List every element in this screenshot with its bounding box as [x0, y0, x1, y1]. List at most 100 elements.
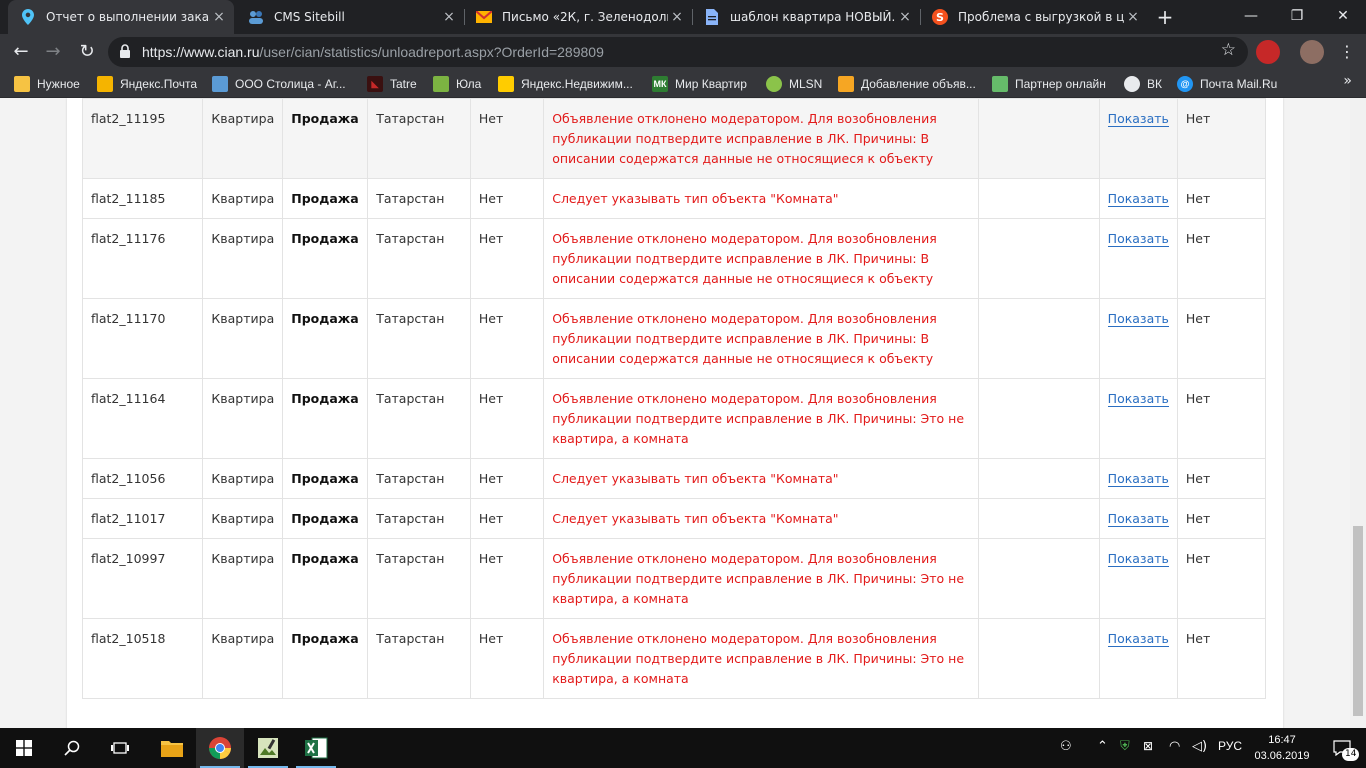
show-link[interactable]: Показать — [1107, 511, 1169, 527]
action-center-button[interactable]: 14 — [1318, 728, 1366, 768]
deal-type-cell: Продажа — [282, 378, 369, 459]
task-view-button[interactable] — [96, 728, 144, 768]
tab-title: Отчет о выполнении заказа. — [46, 10, 210, 24]
status-message-cell: Объявление отклонено модератором. Для во… — [543, 218, 979, 299]
search-button[interactable] — [48, 728, 96, 768]
url-text: https://www.cian.ru/user/cian/statistics… — [142, 44, 604, 60]
empty-cell — [977, 218, 1100, 299]
network-adapter-icon[interactable]: ⊠ — [1143, 739, 1153, 753]
clock[interactable]: 16:47 03.06.2019 — [1252, 732, 1312, 764]
status-message-cell: Следует указывать тип объекта "Комната" — [543, 178, 979, 219]
bookmark-stolitsa[interactable]: ООО Столица - Аг... — [212, 75, 346, 93]
url-host: https://www.cian.ru — [142, 44, 260, 60]
tab-document-template[interactable]: шаблон квартира НОВЫЙ.doc × — [692, 0, 920, 34]
language-indicator[interactable]: РУС — [1218, 739, 1242, 753]
close-tab-icon[interactable]: × — [1124, 9, 1142, 25]
show-hidden-icons-icon[interactable]: ⌃ — [1097, 739, 1108, 754]
house-icon — [498, 76, 514, 92]
excel-icon — [305, 737, 328, 759]
bookmark-mlsn[interactable]: MLSN — [766, 75, 822, 93]
scroll-thumb[interactable] — [1353, 526, 1363, 716]
bookmark-vk[interactable]: ВК — [1124, 75, 1162, 93]
close-tab-icon[interactable]: × — [440, 9, 458, 25]
show-link[interactable]: Показать — [1107, 111, 1169, 127]
region-cell: Татарстан — [367, 98, 471, 179]
file-explorer-button[interactable] — [148, 728, 196, 768]
bookmark-yandex-realty[interactable]: Яндекс.Недвижим... — [498, 75, 633, 93]
windows-logo-icon — [16, 740, 32, 756]
upload-report-table: публикации подтвердите исправление в ЛК.… — [81, 98, 1267, 699]
reload-button[interactable]: ↻ — [74, 39, 100, 65]
empty-cell — [977, 498, 1100, 539]
wifi-icon[interactable]: ◠ — [1169, 739, 1180, 754]
region-cell: Татарстан — [367, 458, 471, 499]
bookmark-tatre[interactable]: ◣ Tatre — [367, 75, 417, 93]
object-type-cell: Квартира — [202, 618, 284, 699]
extension-icon[interactable] — [1256, 40, 1280, 64]
object-type-cell: Квартира — [202, 98, 284, 179]
tab-cms-sitebill[interactable]: CMS Sitebill × — [236, 0, 464, 34]
volume-icon[interactable]: ◁) — [1192, 739, 1207, 754]
close-tab-icon[interactable]: × — [210, 9, 228, 25]
bookmark-yula[interactable]: Юла — [433, 75, 481, 93]
restore-button[interactable]: ❐ — [1274, 0, 1320, 34]
map-pin-icon — [20, 9, 36, 25]
report-panel: публикации подтвердите исправление в ЛК.… — [67, 98, 1283, 728]
deal-type-cell: Продажа — [282, 98, 369, 179]
show-link[interactable]: Показать — [1107, 471, 1169, 487]
show-link[interactable]: Показать — [1107, 311, 1169, 327]
bookmark-yandex-mail[interactable]: Яндекс.Почта — [97, 75, 197, 93]
url-path: /user/cian/statistics/unloadreport.aspx?… — [259, 44, 604, 60]
region-cell: Татарстан — [367, 498, 471, 539]
show-link[interactable]: Показать — [1107, 231, 1169, 247]
tab-mail-letter[interactable]: Письмо «2К, г. Зеленодольск × — [464, 0, 692, 34]
bookmark-mir-kvartir[interactable]: МК Мир Квартир — [652, 75, 747, 93]
image-editor-icon — [258, 738, 278, 758]
result-cell: Нет — [1176, 618, 1267, 699]
region-cell: Татарстан — [367, 378, 471, 459]
bookmark-star-icon[interactable]: ☆ — [1221, 40, 1236, 60]
image-editor-button[interactable] — [244, 728, 292, 768]
forward-button[interactable]: → — [40, 39, 66, 65]
bookmark-partner-online[interactable]: Партнер онлайн — [992, 75, 1106, 93]
more-bookmarks-icon[interactable]: » — [1343, 73, 1352, 89]
address-bar[interactable]: https://www.cian.ru/user/cian/statistics… — [108, 37, 1248, 67]
bookmark-label: Tatre — [390, 77, 417, 91]
close-tab-icon[interactable]: × — [896, 9, 914, 25]
show-link[interactable]: Показать — [1107, 631, 1169, 647]
close-tab-icon[interactable]: × — [668, 9, 686, 25]
object-type-cell: Квартира — [202, 178, 284, 219]
back-button[interactable]: ← — [8, 39, 34, 65]
bookmark-folder-needed[interactable]: Нужное — [14, 75, 80, 93]
bookmark-add-listing[interactable]: Добавление объяв... — [838, 75, 976, 93]
object-type-cell: Квартира — [202, 458, 284, 499]
flag-cell: Нет — [469, 98, 545, 179]
result-cell: Нет — [1176, 498, 1267, 539]
security-shield-icon[interactable]: ⛨ — [1120, 739, 1130, 754]
bookmarks-bar: Нужное Яндекс.Почта ООО Столица - Аг... … — [0, 70, 1366, 98]
menu-dots-icon[interactable]: ⋮ — [1334, 39, 1360, 65]
new-tab-button[interactable]: + — [1152, 4, 1178, 30]
tab-title: Проблема с выгрузкой в циа — [958, 10, 1124, 24]
tab-order-report[interactable]: Отчет о выполнении заказа. × — [8, 0, 234, 34]
minimize-button[interactable]: — — [1228, 0, 1274, 34]
close-window-button[interactable]: ✕ — [1320, 0, 1366, 34]
tab-upload-problem[interactable]: S Проблема с выгрузкой в циа × — [920, 0, 1148, 34]
show-link[interactable]: Показать — [1107, 391, 1169, 407]
show-link[interactable]: Показать — [1107, 551, 1169, 567]
table-row: flat2_11164 Квартира Продажа Татарстан Нет Об… — [81, 378, 1267, 459]
object-type-cell: Квартира — [202, 538, 284, 619]
browser-toolbar: ← → ↻ https://www.cian.ru/user/cian/stat… — [0, 34, 1366, 70]
people-icon[interactable]: ⚇ — [1060, 739, 1072, 754]
object-type-cell: Квартира — [202, 378, 284, 459]
start-button[interactable] — [0, 728, 48, 768]
page-scrollbar[interactable] — [1350, 98, 1366, 728]
avatar[interactable] — [1300, 40, 1324, 64]
show-link[interactable]: Показать — [1107, 191, 1169, 207]
chrome-button[interactable] — [196, 728, 244, 768]
table-row: flat2_10518 Квартира Продажа Татарстан Нет Об… — [81, 618, 1267, 699]
deal-type-cell: Продажа — [282, 498, 369, 539]
bookmark-mail-ru[interactable]: @ Почта Mail.Ru — [1177, 75, 1277, 93]
excel-button[interactable] — [292, 728, 340, 768]
action-cell: Показать — [1098, 618, 1178, 699]
